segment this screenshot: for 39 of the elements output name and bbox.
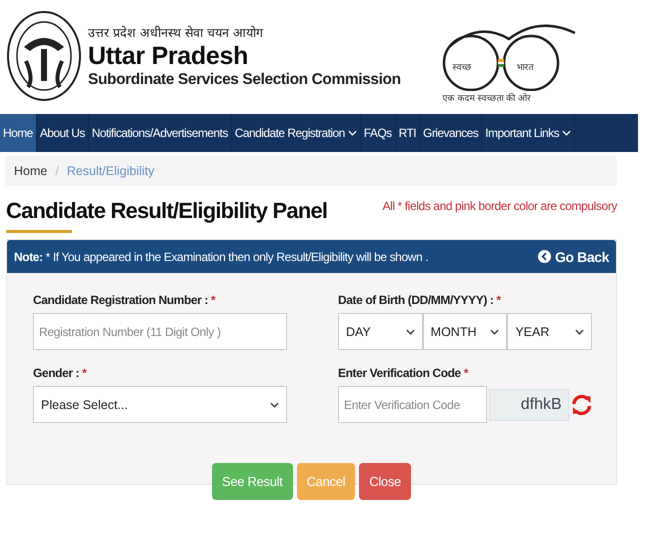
nav-item[interactable]: Candidate Registration — [232, 114, 361, 152]
nav-item[interactable]: About Us — [36, 114, 89, 152]
nav-item[interactable]: Important Links — [482, 114, 576, 152]
note-text: Note: * If You appeared in the Examination then only Result/Eligibility will be shown . — [14, 250, 428, 264]
dob-label: Date of Birth (DD/MM/YYYY) : * — [338, 293, 502, 307]
date-select[interactable]: MONTH — [422, 313, 508, 350]
captcha-field[interactable]: Enter Verification Code — [338, 386, 487, 423]
chevron-down-icon — [270, 402, 279, 408]
breadcrumb-separator: / — [55, 164, 59, 178]
page-title: Candidate Result/Eligibility Panel — [6, 198, 328, 224]
registration-label: Candidate Registration Number : * — [33, 293, 216, 307]
chevron-down-icon — [490, 328, 500, 334]
compulsory-note: All * fields and pink border color are compulsory — [382, 199, 617, 213]
danger-button[interactable]: Close — [359, 463, 411, 500]
site-subtitle: Subordinate Services Selection Commission — [88, 70, 401, 88]
nav-item[interactable]: Notifications/Advertisements — [88, 114, 232, 152]
glasses-left-text: स्वच्छ — [452, 62, 472, 73]
date-select[interactable]: YEAR — [507, 313, 592, 350]
captcha-image: dfhkB — [489, 388, 569, 420]
hindi-title: उत्तर प्रदेश अधीनस्थ सेवा चयन आयोग — [88, 24, 264, 40]
gender-label: Gender : * — [33, 366, 88, 380]
go-back-link[interactable]: Go Back — [538, 248, 609, 264]
back-icon — [538, 250, 551, 263]
chevron-down-icon — [575, 328, 584, 334]
captcha-label: Enter Verification Code * — [338, 366, 470, 380]
nav-item[interactable]: Grievances — [420, 114, 482, 152]
nav-item[interactable]: Home — [0, 114, 37, 152]
site-title: Uttar Pradesh — [88, 40, 250, 70]
chevron-down-icon — [406, 328, 415, 334]
gender-select[interactable]: Please Select... — [33, 386, 287, 423]
date-select[interactable]: DAY — [338, 313, 423, 350]
swachh-tagline: एक कदम स्वच्छता की ओर — [442, 92, 532, 104]
nav-item[interactable]: FAQs — [360, 114, 396, 152]
nav-item[interactable]: RTI — [396, 114, 420, 152]
refresh-icon[interactable] — [570, 392, 592, 416]
registration-field[interactable]: Registration Number (11 Digit Only ) — [33, 313, 287, 350]
breadcrumb-item[interactable]: Home — [14, 164, 48, 178]
breadcrumb-item: Result/Eligibility — [66, 164, 154, 178]
glasses-right-text: भारत — [516, 62, 534, 73]
